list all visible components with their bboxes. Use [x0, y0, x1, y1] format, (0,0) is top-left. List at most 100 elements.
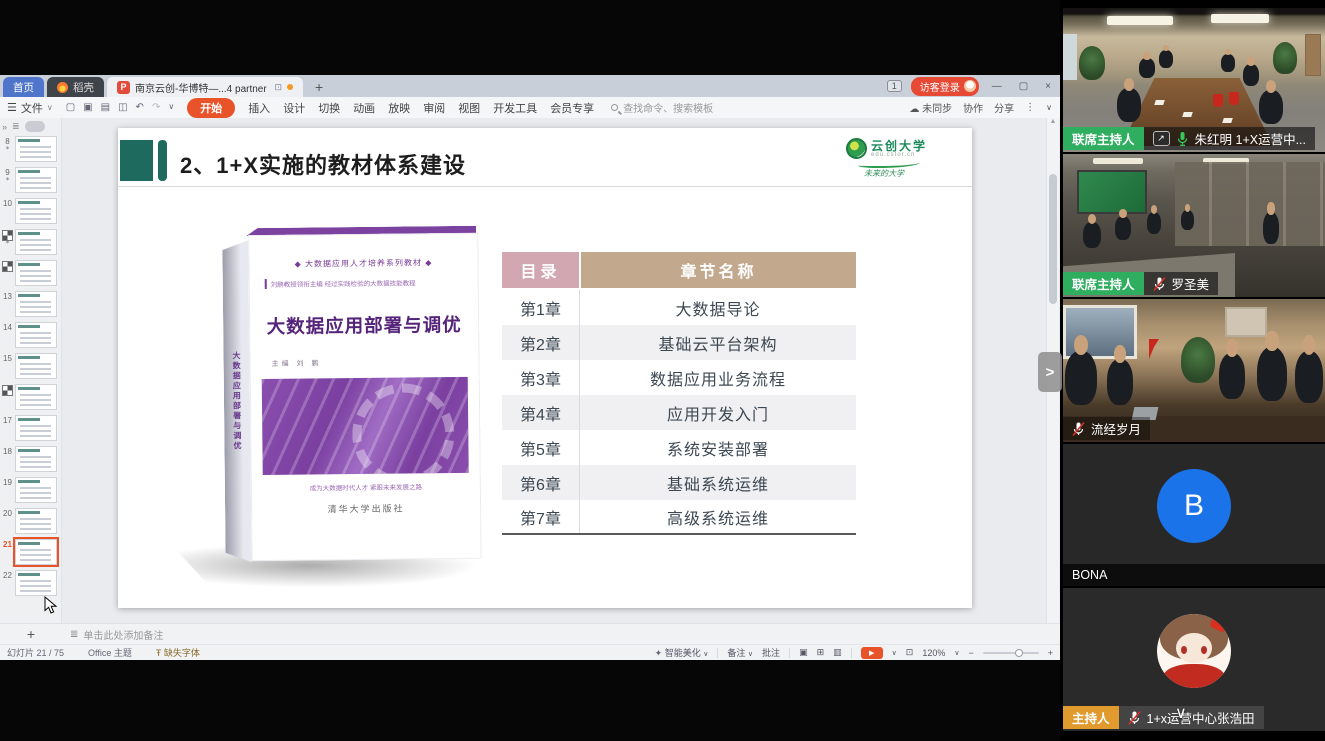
scrollbar-thumb[interactable]	[1049, 174, 1057, 304]
video-tile-2[interactable]: 联席主持人 罗圣美	[1063, 154, 1325, 297]
slide-thumbnail-12[interactable]	[0, 260, 61, 286]
toolbar-caret-icon[interactable]: ∨	[168, 102, 174, 113]
ribbon-tab-9[interactable]: 开发工具	[493, 100, 537, 116]
slide-thumbnail-21[interactable]: 21	[0, 539, 61, 565]
thumbnail-preview[interactable]	[15, 229, 57, 255]
thumbnail-preview[interactable]	[15, 384, 57, 410]
redo-icon[interactable]: ↷	[152, 102, 160, 113]
slideshow-play-button[interactable]: ▶	[861, 647, 883, 659]
thumbnail-preview[interactable]	[15, 539, 57, 565]
new-slide-button[interactable]: +	[27, 626, 35, 642]
ribbon-tab-3[interactable]: 设计	[283, 100, 305, 116]
sync-status[interactable]: ☁ 未同步	[909, 100, 952, 115]
thumbnail-preview[interactable]	[15, 136, 57, 162]
toc-chapter-number: 第5章	[502, 430, 580, 465]
ribbon-tab-6[interactable]: 放映	[388, 100, 410, 116]
window-count-badge[interactable]: 1	[887, 80, 902, 92]
wps-docer-tab[interactable]: 稻壳	[47, 77, 104, 97]
reading-view-icon[interactable]: ▥	[833, 647, 842, 658]
new-tab-button[interactable]: +	[306, 79, 332, 97]
zoom-level[interactable]: 120%	[922, 648, 945, 658]
close-button[interactable]: ×	[1041, 81, 1055, 92]
zoom-slider[interactable]	[983, 652, 1039, 654]
ribbon-tab-2[interactable]: 插入	[248, 100, 270, 116]
comments-button[interactable]: 批注	[762, 646, 780, 659]
notes-toggle-label: 备注	[727, 648, 745, 658]
zoom-in-button[interactable]: +	[1048, 648, 1053, 658]
outline-view-icon[interactable]: ≣	[12, 121, 20, 132]
missing-fonts-warning[interactable]: Ŧ 缺失字体	[156, 646, 200, 659]
thumbnail-preview[interactable]	[15, 570, 57, 596]
smart-beautify-button[interactable]: ✦ 智能美化 ∨	[655, 646, 709, 659]
play-caret-icon[interactable]: ∨	[892, 649, 897, 657]
video-tile-3[interactable]: 流经岁月	[1063, 299, 1325, 442]
thumbnail-preview[interactable]	[15, 322, 57, 348]
new-file-icon[interactable]: ▢	[66, 102, 75, 113]
thumbnail-preview[interactable]	[15, 260, 57, 286]
toc-chapter-number: 第2章	[502, 325, 580, 360]
thumbnail-preview[interactable]	[15, 167, 57, 193]
slide-sorter-icon[interactable]: ⊞	[817, 647, 825, 658]
slide-thumbnail-18[interactable]: 18	[0, 446, 61, 472]
slide-thumbnail-14[interactable]: 14	[0, 322, 61, 348]
ribbon-tab-10[interactable]: 会员专享	[550, 100, 594, 116]
thumbnail-preview[interactable]	[15, 415, 57, 441]
zoom-out-button[interactable]: −	[968, 648, 973, 658]
thumbnail-preview[interactable]	[15, 446, 57, 472]
slide-thumbnail-9[interactable]: 9✶	[0, 167, 61, 193]
zoom-caret-icon[interactable]: ∨	[954, 649, 959, 657]
thumbnail-preview[interactable]	[15, 477, 57, 503]
slide-thumbnail-22[interactable]: 22	[0, 570, 61, 596]
slide-canvas[interactable]: 2、1+X实施的教材体系建设 云创大学 edu.cstor.cn	[118, 128, 972, 608]
scroll-up-icon[interactable]: ▲	[1050, 118, 1057, 125]
file-menu[interactable]: ☰ 文件 ∨	[7, 100, 53, 116]
slide-thumbnail-19[interactable]: 19	[0, 477, 61, 503]
save-icon[interactable]: ▣	[83, 102, 92, 113]
command-search-input[interactable]: 查找命令、搜索模板	[611, 100, 713, 115]
slide-thumbnail-13[interactable]: 13	[0, 291, 61, 317]
ribbon-tab-4[interactable]: 切换	[318, 100, 340, 116]
slide-marker-icon	[3, 386, 12, 395]
video-panel-collapse-handle[interactable]: >	[1038, 352, 1062, 392]
slide-thumbnail-17[interactable]: 17	[0, 415, 61, 441]
more-menu-icon[interactable]: ⋮	[1025, 102, 1035, 113]
collaborate-button[interactable]: 协作	[963, 100, 983, 115]
slide-thumbnail-8[interactable]: 8✶	[0, 136, 61, 162]
ribbon-tab-7[interactable]: 审阅	[423, 100, 445, 116]
ribbon-tab-1[interactable]: 开始	[187, 98, 235, 118]
video-tile-5[interactable]: 主持人 1+x运营中心张浩田 ∨	[1063, 588, 1325, 731]
video-tile-4[interactable]: B BONA	[1063, 444, 1325, 586]
slide-thumbnail-16[interactable]	[0, 384, 61, 410]
slides-view-toggle[interactable]	[25, 121, 45, 132]
thumbnail-preview[interactable]	[15, 508, 57, 534]
status-bar: 幻灯片 21 / 75Office 主题Ŧ 缺失字体 ✦ 智能美化 ∨ 备注 ∨…	[0, 644, 1060, 660]
guest-login-button[interactable]: 访客登录	[911, 77, 979, 96]
notes-toggle-button[interactable]: 备注 ∨	[727, 646, 753, 659]
undo-icon[interactable]: ↶	[136, 102, 144, 113]
share-button[interactable]: 分享	[994, 100, 1014, 115]
panel-chevrons-icon[interactable]: »	[2, 122, 7, 132]
ribbon-tab-5[interactable]: 动画	[353, 100, 375, 116]
slide-thumbnail-15[interactable]: 15	[0, 353, 61, 379]
print-preview-icon[interactable]: ◫	[118, 102, 127, 113]
restore-button[interactable]: ▢	[1015, 81, 1032, 92]
slide-thumbnail-10[interactable]: 10	[0, 198, 61, 224]
collapse-ribbon-icon[interactable]: ∨	[1046, 103, 1052, 112]
hide-videos-chevron-icon[interactable]: ∨	[1175, 703, 1187, 723]
thumbnail-preview[interactable]	[15, 353, 57, 379]
thumbnail-preview[interactable]	[15, 291, 57, 317]
document-tab[interactable]: P 南京云创-华博特—...4 partner ⊡	[107, 77, 303, 97]
zoom-slider-knob[interactable]	[1015, 649, 1023, 657]
video-tile-1[interactable]: 联席主持人 ↗ 朱红明 1+X运营中...	[1063, 8, 1325, 152]
notes-placeholder[interactable]: 单击此处添加备注	[83, 627, 163, 642]
minimize-button[interactable]: —	[988, 81, 1006, 92]
slide-thumbnail-11[interactable]: ✶	[0, 229, 61, 255]
ribbon-tab-8[interactable]: 视图	[458, 100, 480, 116]
fit-window-icon[interactable]: ⊡	[906, 647, 914, 658]
normal-view-icon[interactable]: ▣	[799, 647, 808, 658]
book-subtitle: 刘鹏教授领衔主编 经过实践检验的大数据技能教程	[265, 277, 461, 289]
slide-thumbnail-20[interactable]: 20	[0, 508, 61, 534]
wps-home-tab[interactable]: 首页	[3, 77, 44, 97]
thumbnail-preview[interactable]	[15, 198, 57, 224]
print-icon[interactable]: ▤	[101, 102, 110, 113]
